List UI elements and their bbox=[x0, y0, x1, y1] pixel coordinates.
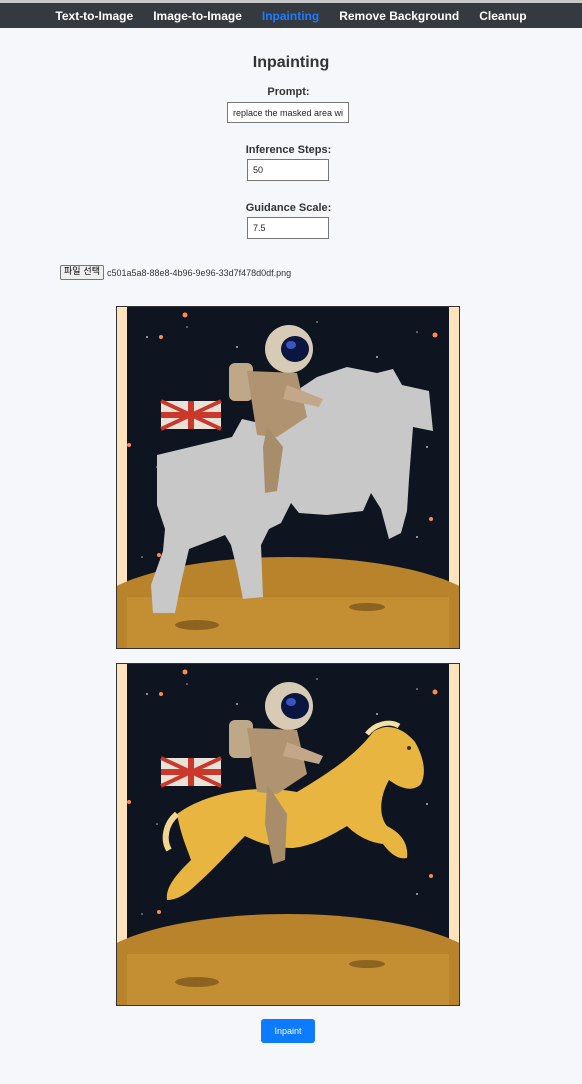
prompt-label: Prompt: bbox=[267, 86, 310, 98]
guidance-input[interactable] bbox=[247, 217, 329, 239]
file-name-text: c501a5a8-88e8-4b96-9e96-33d7f478d0df.png bbox=[106, 267, 292, 278]
top-navbar: Text-to-Image Image-to-Image Inpainting … bbox=[0, 3, 582, 28]
choose-file-button[interactable]: 파일 선택 bbox=[60, 265, 104, 280]
steps-label: Inference Steps: bbox=[245, 144, 332, 156]
page-title: Inpainting bbox=[252, 54, 330, 71]
inpaint-button[interactable]: Inpaint bbox=[261, 1019, 315, 1043]
nav-text-to-image[interactable]: Text-to-Image bbox=[55, 9, 133, 23]
guidance-label: Guidance Scale: bbox=[245, 202, 332, 214]
nav-cleanup[interactable]: Cleanup bbox=[479, 9, 526, 23]
masked-image bbox=[116, 306, 460, 649]
prompt-input[interactable] bbox=[227, 102, 349, 123]
result-image bbox=[116, 663, 460, 1006]
steps-input[interactable] bbox=[247, 159, 329, 181]
nav-remove-background[interactable]: Remove Background bbox=[339, 9, 459, 23]
file-picker: 파일 선택 c501a5a8-88e8-4b96-9e96-33d7f478d0… bbox=[60, 265, 291, 280]
nav-image-to-image[interactable]: Image-to-Image bbox=[153, 9, 242, 23]
nav-inpainting[interactable]: Inpainting bbox=[262, 9, 319, 23]
